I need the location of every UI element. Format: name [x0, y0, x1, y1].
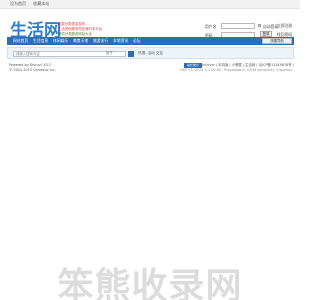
bookmark-link[interactable]: 收藏本站 — [33, 1, 49, 6]
username-label: 用户名 — [205, 24, 217, 29]
hot-search: 热搜: 活动 交友 — [138, 51, 163, 56]
search-bar: 请输入搜索内容 帖子 热搜: 活动 交友 — [7, 47, 294, 66]
nav-item-leisure[interactable]: 休闲娱乐 — [53, 37, 68, 45]
top-bar: 设为首页 收藏本站 — [0, 0, 300, 9]
nav-item-forum[interactable]: 论坛 — [133, 37, 141, 45]
set-homepage-link[interactable]: 设为首页 — [10, 1, 26, 6]
search-scope-select[interactable]: 帖子 — [104, 51, 126, 57]
top-links: 设为首页 收藏本站 — [10, 1, 55, 7]
hot-search-item[interactable]: 交友 — [156, 51, 163, 55]
hot-search-item[interactable]: 活动 — [148, 51, 155, 55]
username-input[interactable] — [221, 23, 255, 29]
watermark: 笨熊收录网 — [57, 266, 243, 300]
server-time: GMT+8, 2024-1-1 00:00 , Processed in 0.0… — [179, 68, 294, 72]
register-link[interactable]: 立即注册 — [277, 23, 292, 29]
nav-item-home[interactable]: 网站首页 — [13, 37, 28, 45]
main-nav: 网站首页 生活信息 休闲娱乐 美食天地 旅游出行 本地资讯 论坛 快捷导航 — [7, 37, 294, 45]
nav-item-travel[interactable]: 旅游出行 — [93, 37, 108, 45]
footer-left: Powered by Discuz! X3.2 © 2001-2013 Coms… — [9, 63, 56, 73]
header: 生活网 免费分类信息发布 生活资讯服务尽在我们本平台 提供分类服务网站大全 用户… — [0, 9, 300, 41]
search-icon — [128, 60, 134, 66]
quick-nav-button[interactable]: 快捷导航 — [262, 38, 292, 44]
search-button[interactable] — [128, 51, 134, 66]
nav-item-life[interactable]: 生活信息 — [33, 37, 48, 45]
remember-label: 自动登录 — [263, 24, 279, 29]
copyright: © 2001-2013 Comsenz Inc. — [9, 68, 56, 72]
hot-search-label: 热搜: — [138, 51, 147, 55]
nav-item-food[interactable]: 美食天地 — [73, 37, 88, 45]
remember-checkbox[interactable] — [258, 24, 261, 27]
nav-item-local[interactable]: 本地资讯 — [113, 37, 128, 45]
slogan: 免费分类信息发布 生活资讯服务尽在我们本平台 提供分类服务网站大全 — [58, 22, 102, 37]
